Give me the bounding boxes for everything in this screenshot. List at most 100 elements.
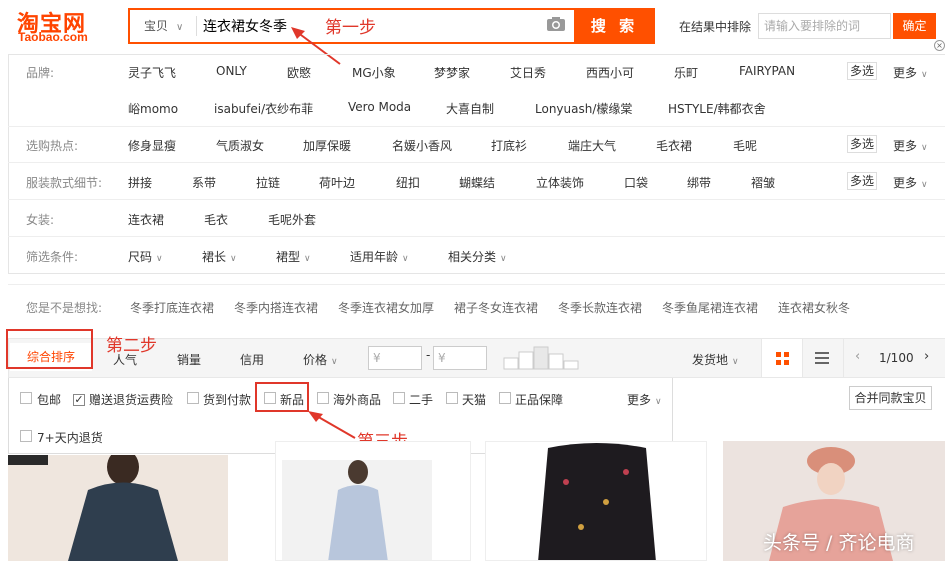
checkbox[interactable] bbox=[317, 392, 329, 404]
brand-item[interactable]: isabufei/衣纱布菲 bbox=[214, 100, 313, 117]
brand-more-button[interactable]: 更多 ∨ bbox=[893, 64, 928, 81]
women-item[interactable]: 连衣裙 bbox=[128, 211, 164, 228]
brand-item[interactable]: 乐町 bbox=[674, 64, 698, 81]
guess-item[interactable]: 裙子冬女连衣裙 bbox=[454, 299, 538, 316]
brand-item[interactable]: ONLY bbox=[216, 64, 247, 78]
feature-checkbox-tmall[interactable] bbox=[446, 392, 458, 407]
brand-item[interactable]: 大喜自制 bbox=[446, 100, 494, 117]
detail-item[interactable]: 蝴蝶结 bbox=[459, 174, 495, 191]
guess-item[interactable]: 冬季内搭连衣裙 bbox=[234, 299, 318, 316]
brand-item[interactable]: 欧愍 bbox=[287, 64, 311, 81]
hot-more-button[interactable]: 更多 ∨ bbox=[893, 137, 928, 154]
detail-item[interactable]: 褶皱 bbox=[751, 174, 775, 191]
detail-item[interactable]: 纽扣 bbox=[396, 174, 420, 191]
checkbox-checked[interactable]: ✓ bbox=[73, 394, 85, 406]
condition-dropdown[interactable]: 相关分类 ∨ bbox=[448, 248, 507, 265]
feature-checkbox-free-shipping[interactable] bbox=[20, 392, 32, 407]
condition-dropdown[interactable]: 适用年龄 ∨ bbox=[350, 248, 409, 265]
checkbox[interactable] bbox=[264, 392, 276, 404]
brand-item[interactable]: FAIRYPAN bbox=[739, 64, 795, 78]
checkbox[interactable] bbox=[446, 392, 458, 404]
detail-item[interactable]: 系带 bbox=[192, 174, 216, 191]
detail-item[interactable]: 口袋 bbox=[624, 174, 648, 191]
detail-multi-select-button[interactable]: 多选 bbox=[847, 172, 877, 190]
row-divider bbox=[8, 162, 945, 163]
hot-item[interactable]: 加厚保暖 bbox=[303, 137, 351, 154]
exclude-input[interactable]: 请输入要排除的词 bbox=[758, 13, 891, 39]
price-min-input[interactable]: ¥ bbox=[368, 346, 422, 370]
ship-from-dropdown[interactable]: 发货地 ∨ bbox=[692, 351, 739, 368]
feature-checkbox-return-insurance[interactable]: ✓ bbox=[73, 392, 85, 406]
brand-item[interactable]: 艾日秀 bbox=[510, 64, 546, 81]
feature-checkbox-secondhand[interactable] bbox=[393, 392, 405, 407]
detail-item[interactable]: 拉链 bbox=[256, 174, 280, 191]
condition-label: 相关分类 bbox=[448, 250, 497, 264]
brand-item[interactable]: MG小象 bbox=[352, 64, 396, 81]
hot-item[interactable]: 气质淑女 bbox=[216, 137, 264, 154]
close-icon[interactable]: × bbox=[934, 40, 945, 51]
hot-item[interactable]: 毛衣裙 bbox=[656, 137, 692, 154]
price-max-input[interactable]: ¥ bbox=[433, 346, 487, 370]
sort-popularity-tab[interactable]: 人气 bbox=[113, 351, 137, 368]
list-view-icon[interactable] bbox=[815, 352, 829, 364]
brand-item[interactable]: HSTYLE/韩都衣舍 bbox=[668, 100, 766, 117]
feature-more-button[interactable]: 更多 ∨ bbox=[627, 391, 662, 408]
detail-item[interactable]: 拼接 bbox=[128, 174, 152, 191]
hot-item[interactable]: 修身显瘦 bbox=[128, 137, 176, 154]
brand-item[interactable]: Vero Moda bbox=[348, 100, 411, 114]
camera-icon[interactable] bbox=[546, 16, 566, 32]
hot-item[interactable]: 端庄大气 bbox=[568, 137, 616, 154]
feature-checkbox-overseas[interactable] bbox=[317, 392, 329, 407]
hot-item[interactable]: 毛呢 bbox=[733, 137, 757, 154]
taobao-logo-latin[interactable]: Taobao.com bbox=[18, 30, 88, 44]
product-image[interactable] bbox=[275, 441, 471, 561]
condition-dropdown[interactable]: 裙长 ∨ bbox=[202, 248, 237, 265]
women-item[interactable]: 毛衣 bbox=[204, 211, 228, 228]
detail-item[interactable]: 立体装饰 bbox=[536, 174, 584, 191]
hot-item[interactable]: 打底衫 bbox=[491, 137, 527, 154]
guess-item[interactable]: 冬季长款连衣裙 bbox=[558, 299, 642, 316]
merge-same-items-button[interactable]: 合并同款宝贝 bbox=[849, 386, 932, 410]
hot-multi-select-button[interactable]: 多选 bbox=[847, 135, 877, 153]
feature-checkbox-cod[interactable] bbox=[187, 392, 199, 407]
checkbox[interactable] bbox=[499, 392, 511, 404]
brand-item[interactable]: Lonyuash/檬缘棠 bbox=[535, 100, 632, 117]
brand-multi-select-button[interactable]: 多选 bbox=[847, 62, 877, 80]
brand-item[interactable]: 峪momo bbox=[128, 100, 178, 117]
feature-checkbox-genuine[interactable] bbox=[499, 392, 511, 407]
product-photo-dark-dress bbox=[8, 455, 228, 561]
search-button[interactable]: 搜 索 bbox=[574, 8, 655, 44]
product-image[interactable] bbox=[485, 441, 707, 561]
sort-price-tab[interactable]: 价格 ∨ bbox=[303, 351, 338, 368]
detail-item[interactable]: 绑带 bbox=[687, 174, 711, 191]
product-image[interactable] bbox=[8, 455, 228, 561]
next-page-icon[interactable]: › bbox=[924, 349, 929, 364]
hot-item[interactable]: 名媛小香风 bbox=[392, 137, 452, 154]
checkbox[interactable] bbox=[20, 392, 32, 404]
guess-item[interactable]: 冬季鱼尾裙连衣裙 bbox=[662, 299, 758, 316]
checkbox[interactable] bbox=[187, 392, 199, 404]
feature-checkbox-new[interactable] bbox=[264, 392, 276, 407]
condition-dropdown[interactable]: 尺码 ∨ bbox=[128, 248, 163, 265]
sort-sales-tab[interactable]: 销量 bbox=[177, 351, 201, 368]
condition-dropdown[interactable]: 裙型 ∨ bbox=[276, 248, 311, 265]
exclude-confirm-button[interactable]: 确定 bbox=[893, 13, 936, 39]
grid-view-button[interactable] bbox=[761, 339, 803, 377]
price-range-chart-icon[interactable] bbox=[503, 346, 579, 370]
brand-item[interactable]: 灵子飞飞 bbox=[128, 64, 176, 81]
checkbox[interactable] bbox=[20, 430, 32, 442]
search-scope-select[interactable]: 宝贝 ∨ bbox=[136, 13, 198, 39]
detail-more-button[interactable]: 更多 ∨ bbox=[893, 174, 928, 191]
brand-item[interactable]: 梦梦家 bbox=[434, 64, 470, 81]
guess-item[interactable]: 冬季打底连衣裙 bbox=[130, 299, 214, 316]
feature-checkbox-7day-return[interactable] bbox=[20, 430, 32, 445]
brand-item[interactable]: 西西小可 bbox=[586, 64, 634, 81]
product-photo-floral-dress bbox=[538, 443, 656, 560]
sort-credit-tab[interactable]: 信用 bbox=[240, 351, 264, 368]
women-item[interactable]: 毛呢外套 bbox=[268, 211, 316, 228]
checkbox[interactable] bbox=[393, 392, 405, 404]
detail-item[interactable]: 荷叶边 bbox=[319, 174, 355, 191]
prev-page-icon[interactable]: ‹ bbox=[855, 349, 860, 364]
guess-item[interactable]: 冬季连衣裙女加厚 bbox=[338, 299, 434, 316]
guess-item[interactable]: 连衣裙女秋冬 bbox=[778, 299, 850, 316]
